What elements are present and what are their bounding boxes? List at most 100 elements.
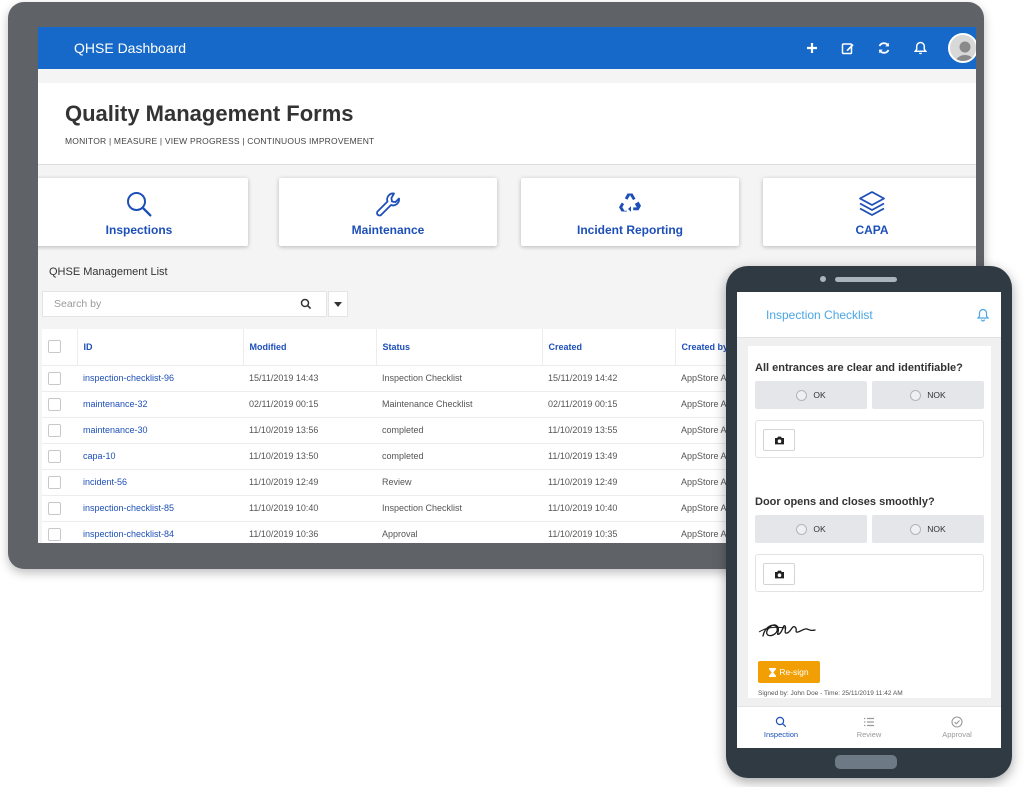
tile-maintenance[interactable]: Maintenance: [279, 178, 497, 246]
row-id-link[interactable]: inspection-checklist-84: [77, 521, 243, 543]
tile-label: Incident Reporting: [577, 223, 683, 237]
phone-frame: Inspection Checklist All entrances are c…: [726, 266, 1012, 778]
phone-camera: [820, 276, 826, 282]
nav-inspection[interactable]: Inspection: [737, 707, 825, 748]
row-modified: 02/11/2019 00:15: [243, 391, 376, 418]
column-header-id[interactable]: ID: [76, 329, 243, 366]
table-row[interactable]: inspection-checklist-84 11/10/2019 10:36…: [42, 521, 762, 543]
avatar[interactable]: [948, 33, 976, 63]
row-checkbox[interactable]: [48, 449, 61, 463]
radio-button[interactable]: [796, 523, 808, 535]
row-id-link[interactable]: inspection-checklist-85: [77, 495, 243, 522]
table-row[interactable]: inspection-checklist-96 15/11/2019 14:43…: [42, 365, 762, 392]
search-icon: [775, 716, 787, 728]
row-created: 11/10/2019 10:35: [542, 521, 675, 543]
layers-icon: [857, 189, 887, 219]
tile-label: Maintenance: [351, 223, 425, 237]
home-button[interactable]: [835, 755, 897, 769]
column-header-created[interactable]: Created: [541, 329, 675, 366]
select-all-checkbox[interactable]: [48, 340, 61, 354]
recycle-icon: [615, 189, 645, 219]
question-text: All entrances are clear and identifiable…: [755, 362, 963, 374]
row-checkbox[interactable]: [48, 527, 61, 541]
row-status: completed: [376, 443, 542, 470]
search-input[interactable]: Search by: [42, 291, 327, 317]
row-status: Inspection Checklist: [376, 365, 542, 392]
radio-button[interactable]: [910, 523, 922, 535]
radio-button[interactable]: [910, 389, 922, 401]
row-id-link[interactable]: inspection-checklist-96: [77, 365, 243, 392]
row-modified: 11/10/2019 12:49: [243, 469, 376, 496]
row-checkbox[interactable]: [48, 475, 61, 489]
page-header: Quality Management Forms MONITOR | MEASU…: [38, 83, 976, 165]
search-filter-dropdown[interactable]: [328, 291, 348, 317]
camera-button[interactable]: [763, 429, 795, 451]
search-icon[interactable]: [300, 297, 314, 311]
tile-incident-reporting[interactable]: Incident Reporting: [521, 178, 739, 246]
table-header-row: ID Modified Status Created Created by: [42, 329, 762, 366]
table-row[interactable]: capa-10 11/10/2019 13:50 completed 11/10…: [42, 443, 762, 470]
row-created: 15/11/2019 14:42: [542, 365, 675, 392]
tile-inspections[interactable]: Inspections: [38, 178, 248, 246]
management-table: ID Modified Status Created Created by in…: [42, 329, 762, 543]
bottom-nav: Inspection Review Approval: [737, 706, 1001, 748]
phone-speaker: [835, 277, 897, 282]
table-row[interactable]: inspection-checklist-85 11/10/2019 10:40…: [42, 495, 762, 522]
nav-approval[interactable]: Approval: [913, 707, 1001, 748]
table-row[interactable]: incident-56 11/10/2019 12:49 Review 11/1…: [42, 469, 762, 496]
option-label: OK: [813, 390, 826, 400]
refresh-icon[interactable]: [876, 40, 892, 56]
check-circle-icon: [951, 716, 963, 728]
mobile-app: Inspection Checklist All entrances are c…: [737, 292, 1001, 748]
answer-options: OK NOK: [755, 381, 984, 409]
table-row[interactable]: maintenance-32 02/11/2019 00:15 Maintena…: [42, 391, 762, 418]
row-status: completed: [376, 417, 542, 444]
row-modified: 11/10/2019 13:50: [243, 443, 376, 470]
row-modified: 11/10/2019 10:40: [243, 495, 376, 522]
row-created: 02/11/2019 00:15: [542, 391, 675, 418]
option-ok[interactable]: OK: [755, 381, 867, 409]
wrench-icon: [373, 189, 403, 219]
bell-icon[interactable]: [912, 40, 928, 56]
mobile-title: Inspection Checklist: [766, 307, 873, 322]
table-row[interactable]: maintenance-30 11/10/2019 13:56 complete…: [42, 417, 762, 444]
photo-attachment: [755, 420, 984, 458]
row-status: Review: [376, 469, 542, 496]
row-status: Approval: [376, 521, 542, 543]
row-checkbox[interactable]: [48, 371, 61, 385]
column-header-modified[interactable]: Modified: [242, 329, 376, 366]
camera-button[interactable]: [763, 563, 795, 585]
row-id-link[interactable]: maintenance-30: [77, 417, 243, 444]
row-id-link[interactable]: capa-10: [77, 443, 243, 470]
option-label: NOK: [927, 390, 946, 400]
radio-button[interactable]: [796, 389, 808, 401]
column-header-status[interactable]: Status: [375, 329, 542, 366]
row-created: 11/10/2019 13:49: [542, 443, 675, 470]
signed-by-text: Signed by: John Doe - Time: 25/11/2019 1…: [758, 690, 903, 697]
photo-attachment: [755, 554, 984, 592]
tile-capa[interactable]: CAPA: [763, 178, 976, 246]
row-id-link[interactable]: maintenance-32: [77, 391, 243, 418]
select-all-cell: [42, 329, 77, 366]
option-nok[interactable]: NOK: [872, 381, 984, 409]
option-ok[interactable]: OK: [755, 515, 867, 543]
row-checkbox[interactable]: [48, 501, 61, 515]
nav-review[interactable]: Review: [825, 707, 913, 748]
list-icon: [864, 717, 874, 727]
nav-label: Approval: [942, 730, 972, 739]
option-label: NOK: [927, 524, 946, 534]
tile-label: CAPA: [855, 223, 889, 237]
re-sign-label: Re-sign: [779, 667, 809, 677]
camera-icon: [774, 436, 784, 444]
row-id-link[interactable]: incident-56: [77, 469, 243, 496]
re-sign-button[interactable]: Re-sign: [758, 661, 820, 683]
answer-options: OK NOK: [755, 515, 984, 543]
option-nok[interactable]: NOK: [872, 515, 984, 543]
nav-label: Review: [856, 730, 882, 739]
bell-icon[interactable]: [976, 308, 991, 322]
edit-icon[interactable]: [840, 40, 856, 56]
plus-icon[interactable]: [804, 40, 820, 56]
row-checkbox[interactable]: [48, 423, 61, 437]
category-tiles: Inspections Maintenance Incident Reporti…: [38, 178, 976, 256]
row-checkbox[interactable]: [48, 397, 61, 411]
